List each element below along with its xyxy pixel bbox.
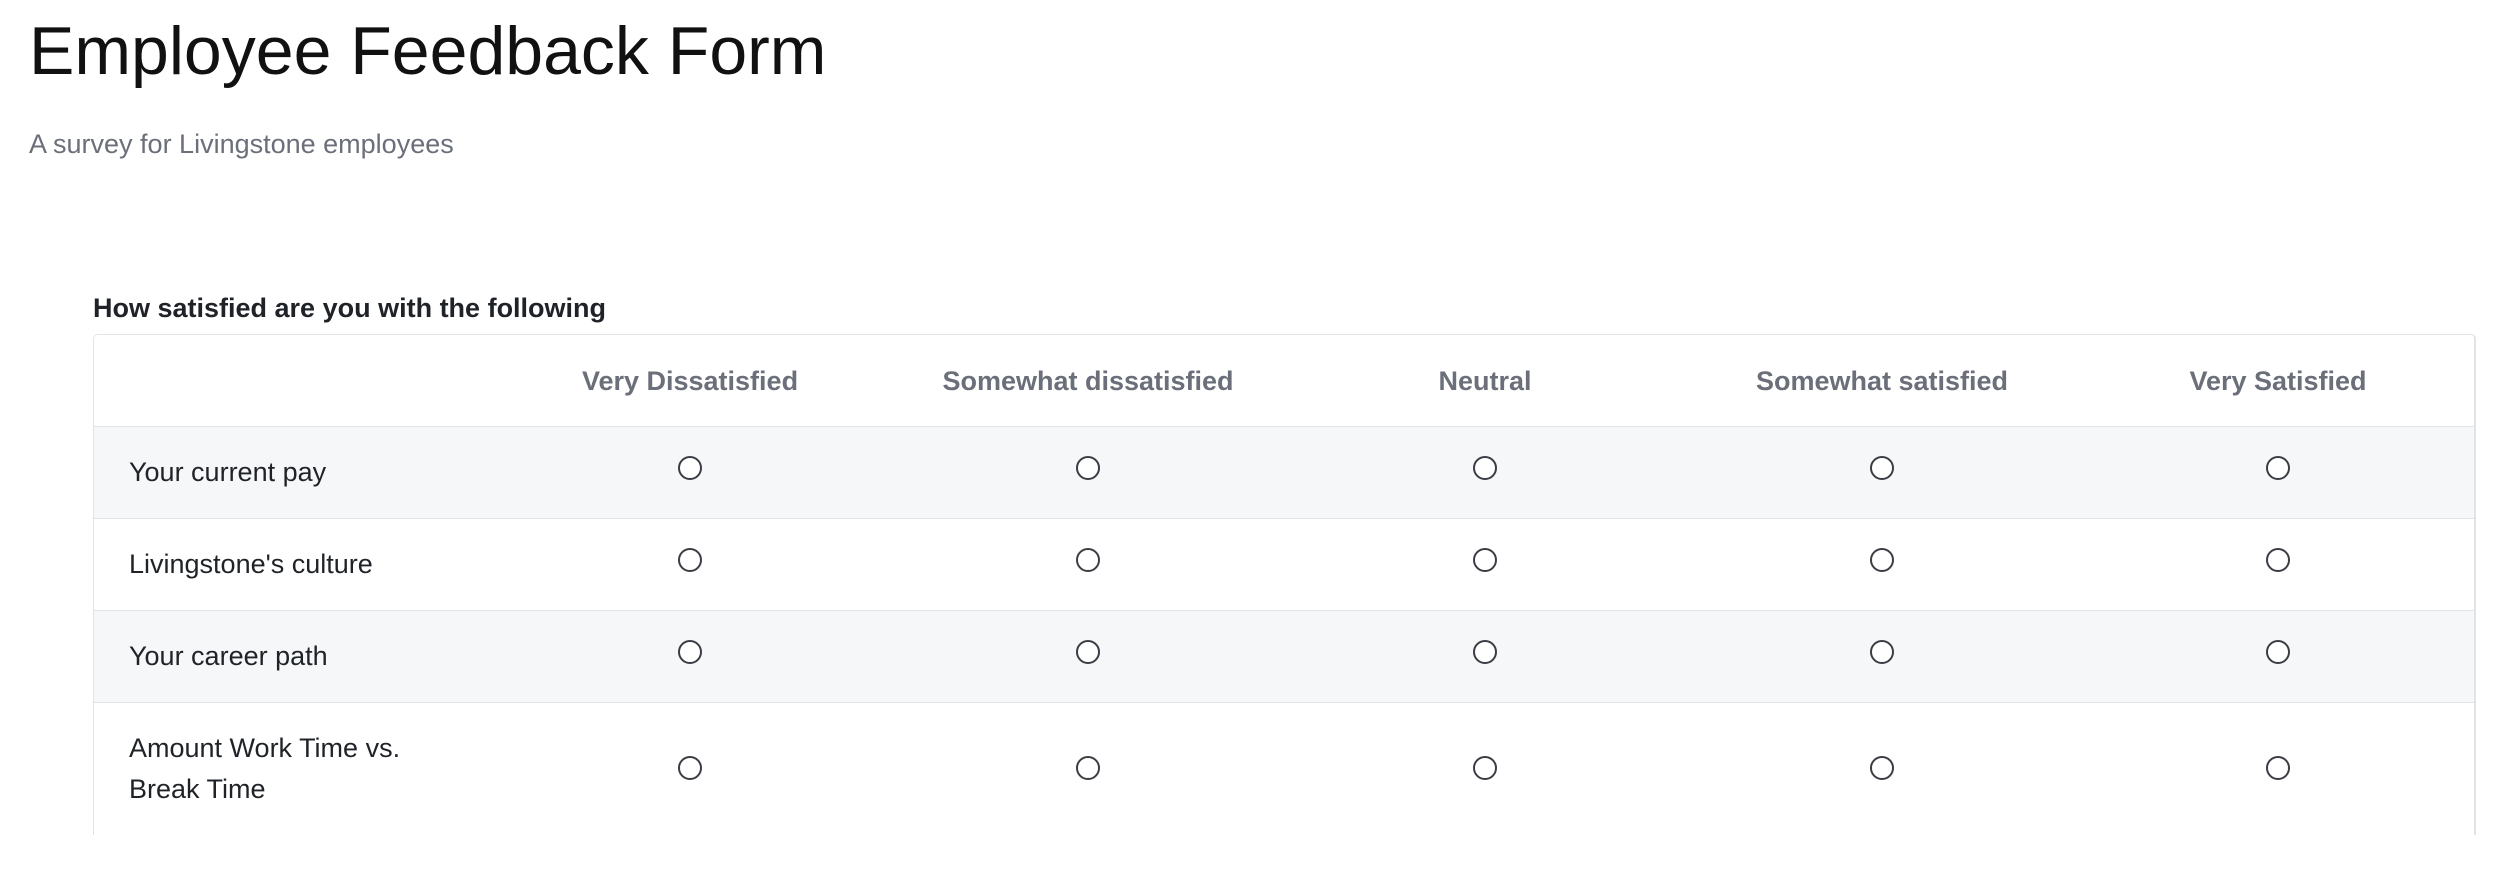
radio-career-path-very-dissatisfied[interactable] xyxy=(678,640,702,664)
column-header-very-dissatisfied: Very Dissatisfied xyxy=(581,366,799,396)
radio-current-pay-very-dissatisfied[interactable] xyxy=(678,456,702,480)
radio-current-pay-somewhat-dissatisfied[interactable] xyxy=(1076,456,1100,480)
radio-culture-very-dissatisfied[interactable] xyxy=(678,548,702,572)
radio-career-path-somewhat-dissatisfied[interactable] xyxy=(1076,640,1100,664)
radio-work-break-very-dissatisfied[interactable] xyxy=(678,756,702,780)
satisfaction-matrix: Very Dissatisfied Somewhat dissatisfied … xyxy=(93,334,2476,835)
matrix-row-career-path: Your career path xyxy=(94,611,2474,703)
page-title: Employee Feedback Form xyxy=(29,13,827,89)
row-label: Livingstone's culture xyxy=(129,549,373,579)
matrix-row-culture: Livingstone's culture xyxy=(94,519,2474,611)
radio-career-path-neutral[interactable] xyxy=(1473,640,1497,664)
column-header-very-satisfied: Very Satisfied xyxy=(2189,366,2367,396)
column-header-neutral: Neutral xyxy=(1438,366,1532,396)
radio-culture-somewhat-satisfied[interactable] xyxy=(1870,548,1894,572)
row-label: Your career path xyxy=(129,641,328,671)
column-header-somewhat-satisfied: Somewhat satisfied xyxy=(1755,366,2009,396)
radio-culture-neutral[interactable] xyxy=(1473,548,1497,572)
survey-page: Employee Feedback Form A survey for Livi… xyxy=(0,0,2511,892)
radio-current-pay-neutral[interactable] xyxy=(1473,456,1497,480)
matrix-row-current-pay: Your current pay xyxy=(94,427,2474,519)
radio-work-break-neutral[interactable] xyxy=(1473,756,1497,780)
matrix-row-work-vs-break-time: Amount Work Time vs. Break Time xyxy=(94,703,2474,835)
question-title: How satisfied are you with the following xyxy=(93,293,607,323)
row-label: Your current pay xyxy=(129,457,327,487)
radio-career-path-somewhat-satisfied[interactable] xyxy=(1870,640,1894,664)
column-header-somewhat-dissatisfied: Somewhat dissatisfied xyxy=(942,366,1234,396)
radio-work-break-somewhat-dissatisfied[interactable] xyxy=(1076,756,1100,780)
radio-work-break-very-satisfied[interactable] xyxy=(2266,756,2290,780)
matrix-header-row: Very Dissatisfied Somewhat dissatisfied … xyxy=(94,335,2474,427)
radio-current-pay-very-satisfied[interactable] xyxy=(2266,456,2290,480)
page-subtitle: A survey for Livingstone employees xyxy=(29,129,454,159)
radio-current-pay-somewhat-satisfied[interactable] xyxy=(1870,456,1894,480)
radio-culture-somewhat-dissatisfied[interactable] xyxy=(1076,548,1100,572)
radio-career-path-very-satisfied[interactable] xyxy=(2266,640,2290,664)
radio-work-break-somewhat-satisfied[interactable] xyxy=(1870,756,1894,780)
radio-culture-very-satisfied[interactable] xyxy=(2266,548,2290,572)
row-label: Amount Work Time vs. Break Time xyxy=(129,733,401,804)
